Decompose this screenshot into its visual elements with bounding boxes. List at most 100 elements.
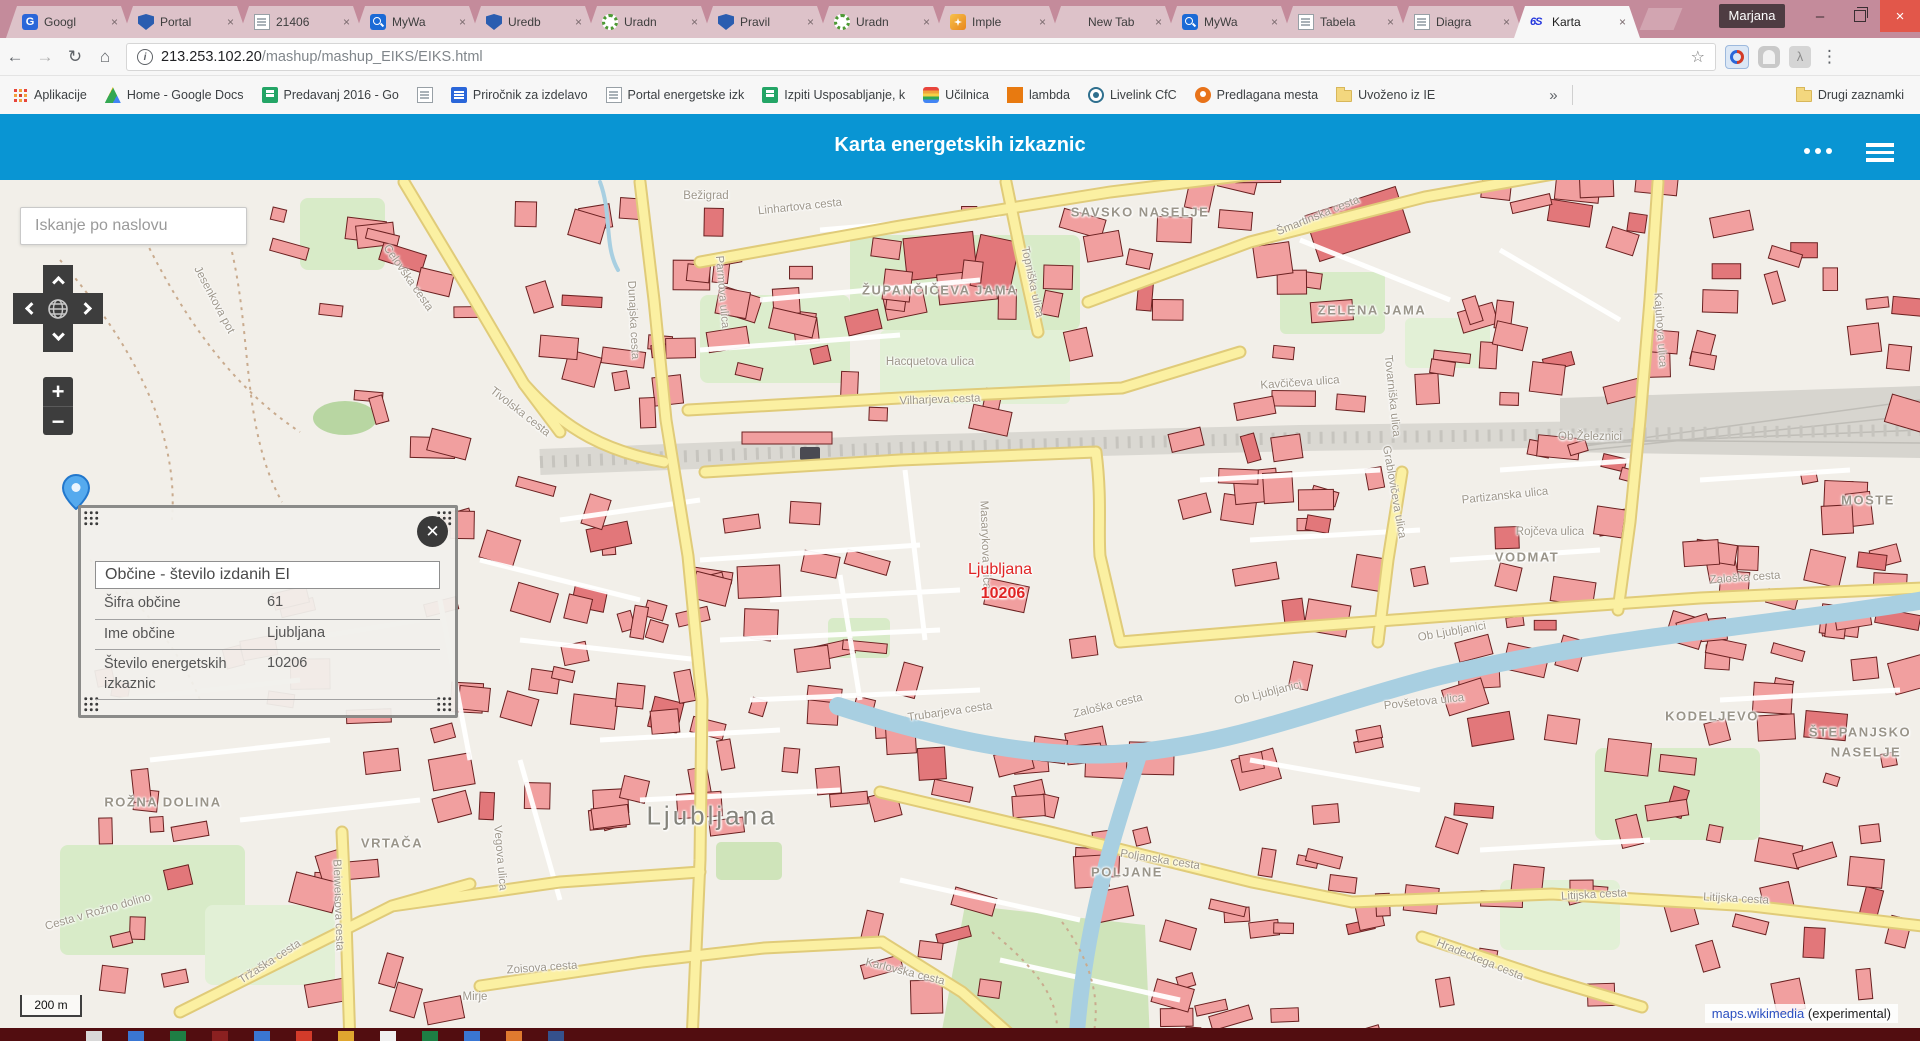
profile-badge[interactable]: Marjana [1719, 4, 1785, 28]
search-input[interactable] [21, 208, 246, 244]
sync-extension-icon[interactable] [1725, 45, 1749, 69]
tab-karta[interactable]: 6SKarta× [1514, 6, 1640, 38]
tab-new-tab[interactable]: New Tab× [1050, 6, 1176, 38]
tab-close-icon[interactable]: × [1271, 16, 1278, 28]
tab-mywa[interactable]: MyWa× [1166, 6, 1292, 38]
taskbar-app-icon[interactable] [170, 1031, 186, 1041]
tab-mywa[interactable]: MyWa× [354, 6, 480, 38]
building [1821, 505, 1853, 535]
minimize-button[interactable]: – [1800, 0, 1840, 32]
tab-close-icon[interactable]: × [459, 16, 466, 28]
pan-left-button[interactable] [13, 293, 43, 324]
address-bar[interactable]: i 213.253.102.20/mashup/mashup_EIKS/EIKS… [126, 43, 1716, 71]
building [1859, 824, 1881, 844]
header-menu-icon[interactable] [1866, 143, 1894, 162]
taskbar-app-icon[interactable] [422, 1031, 438, 1041]
zoom-in-button[interactable]: + [43, 377, 73, 406]
popup-close-button[interactable]: ✕ [417, 516, 448, 547]
taskbar-app-icon[interactable] [212, 1031, 228, 1041]
tab-close-icon[interactable]: × [807, 16, 814, 28]
tab-close-icon[interactable]: × [1619, 16, 1626, 28]
bookmark-livelink-cfc[interactable]: Livelink CfC [1088, 87, 1177, 103]
pan-up-button[interactable] [43, 265, 73, 294]
tab-close-icon[interactable]: × [111, 16, 118, 28]
feature-info-popup[interactable]: ✕ Občine - število izdanih EI Šifra obči… [78, 505, 458, 718]
bookmark-lambda[interactable]: lambda [1007, 87, 1070, 103]
bookmark-priro-nik-za-izdelavo[interactable]: Priročnik za izdelavo [451, 87, 588, 103]
bookmark-uvo-eno-iz-ie[interactable]: Uvoženo iz IE [1336, 88, 1435, 102]
reload-icon[interactable]: ↻ [60, 47, 90, 67]
taskbar-app-icon[interactable] [338, 1031, 354, 1041]
tab-pravil[interactable]: Pravil× [702, 6, 828, 38]
building [1712, 264, 1741, 279]
taskbar-app-icon[interactable] [296, 1031, 312, 1041]
tab-imple[interactable]: Imple× [934, 6, 1060, 38]
ghostery-extension-icon[interactable] [1758, 46, 1780, 68]
taskbar-app-icon[interactable] [506, 1031, 522, 1041]
tab-close-icon[interactable]: × [923, 16, 930, 28]
tab-close-icon[interactable]: × [1039, 16, 1046, 28]
adobe-extension-icon[interactable]: λ [1789, 46, 1811, 68]
bookmark-u-ilnica[interactable]: Učilnica [923, 87, 989, 103]
tab-tabela[interactable]: Tabela× [1282, 6, 1408, 38]
attribute-value: 61 [267, 594, 431, 614]
home-icon[interactable]: ⌂ [90, 47, 120, 67]
tab-uradn[interactable]: Uradn× [818, 6, 944, 38]
tab-close-icon[interactable]: × [1387, 16, 1394, 28]
bookmark-star-icon[interactable]: ☆ [1691, 47, 1705, 67]
bookmark-predlagana-mesta[interactable]: Predlagana mesta [1195, 87, 1318, 103]
back-icon[interactable]: ← [0, 47, 30, 67]
attribution-link[interactable]: maps.wikimedia [1712, 1006, 1804, 1021]
bookmark-izpiti-usposabljanje-k[interactable]: Izpiti Usposabljanje, k [762, 87, 905, 103]
bookmark-portal-energetske-izk[interactable]: Portal energetske izk [606, 87, 745, 103]
popup-content: Občine - število izdanih EI Šifra občine… [95, 561, 440, 700]
tab-close-icon[interactable]: × [575, 16, 582, 28]
building [1415, 373, 1440, 404]
tab-title: Uredb [508, 15, 569, 29]
bookmark-label: Livelink CfC [1110, 88, 1177, 102]
pan-right-button[interactable] [73, 293, 103, 324]
tab-portal[interactable]: Portal × [122, 6, 248, 38]
maximize-button[interactable] [1840, 0, 1880, 32]
tab-diagra[interactable]: Diagra× [1398, 6, 1524, 38]
bookmark-predavanj-2016-go[interactable]: Predavanj 2016 - Go [262, 87, 399, 103]
tab-close-icon[interactable]: × [1503, 16, 1510, 28]
building [715, 287, 750, 318]
bookmark-aplikacije[interactable]: Aplikacije [12, 87, 87, 103]
bookmark-untitled[interactable] [417, 87, 433, 103]
tab-uradn[interactable]: Uradn× [586, 6, 712, 38]
tab-close-icon[interactable]: × [343, 16, 350, 28]
taskbar-app-icon[interactable] [464, 1031, 480, 1041]
tab-close-icon[interactable]: × [691, 16, 698, 28]
tab-close-icon[interactable]: × [227, 16, 234, 28]
tab-googl[interactable]: GGoogl× [6, 6, 132, 38]
zoom-out-button[interactable]: − [43, 407, 73, 436]
drag-grip-icon[interactable] [83, 510, 100, 527]
taskbar-app-icon[interactable] [380, 1031, 396, 1041]
forward-icon[interactable]: → [30, 47, 60, 67]
bookmarks-overflow-chevron[interactable]: » [1549, 87, 1557, 104]
page-info-icon[interactable]: i [137, 49, 153, 65]
taskbar-app-icon[interactable] [548, 1031, 564, 1041]
building [1479, 342, 1497, 369]
close-button[interactable]: × [1880, 0, 1920, 32]
taskbar-app-icon[interactable] [86, 1031, 102, 1041]
browser-menu-icon[interactable]: ⋮ [1821, 47, 1838, 67]
pan-down-button[interactable] [43, 323, 73, 352]
taskbar-app-icon[interactable] [254, 1031, 270, 1041]
bookmark-label: Izpiti Usposabljanje, k [784, 88, 905, 102]
new-tab-button[interactable] [1640, 8, 1683, 30]
folder-icon [1336, 90, 1352, 102]
tab-uredb[interactable]: Uredb × [470, 6, 596, 38]
other-bookmarks-folder[interactable]: Drugi zaznamki [1796, 88, 1904, 102]
reset-view-button[interactable] [43, 293, 73, 324]
tab-close-icon[interactable]: × [1155, 16, 1162, 28]
tab-title: Portal [160, 15, 221, 29]
building [1704, 719, 1731, 746]
taskbar-app-icon[interactable] [128, 1031, 144, 1041]
tab-21406[interactable]: 21406× [238, 6, 364, 38]
bookmark-label: Predavanj 2016 - Go [284, 88, 399, 102]
bookmark-home-google-docs[interactable]: Home - Google Docs [105, 87, 244, 103]
windows-taskbar[interactable] [0, 1028, 1920, 1041]
header-ellipsis-icon[interactable] [1804, 148, 1832, 154]
